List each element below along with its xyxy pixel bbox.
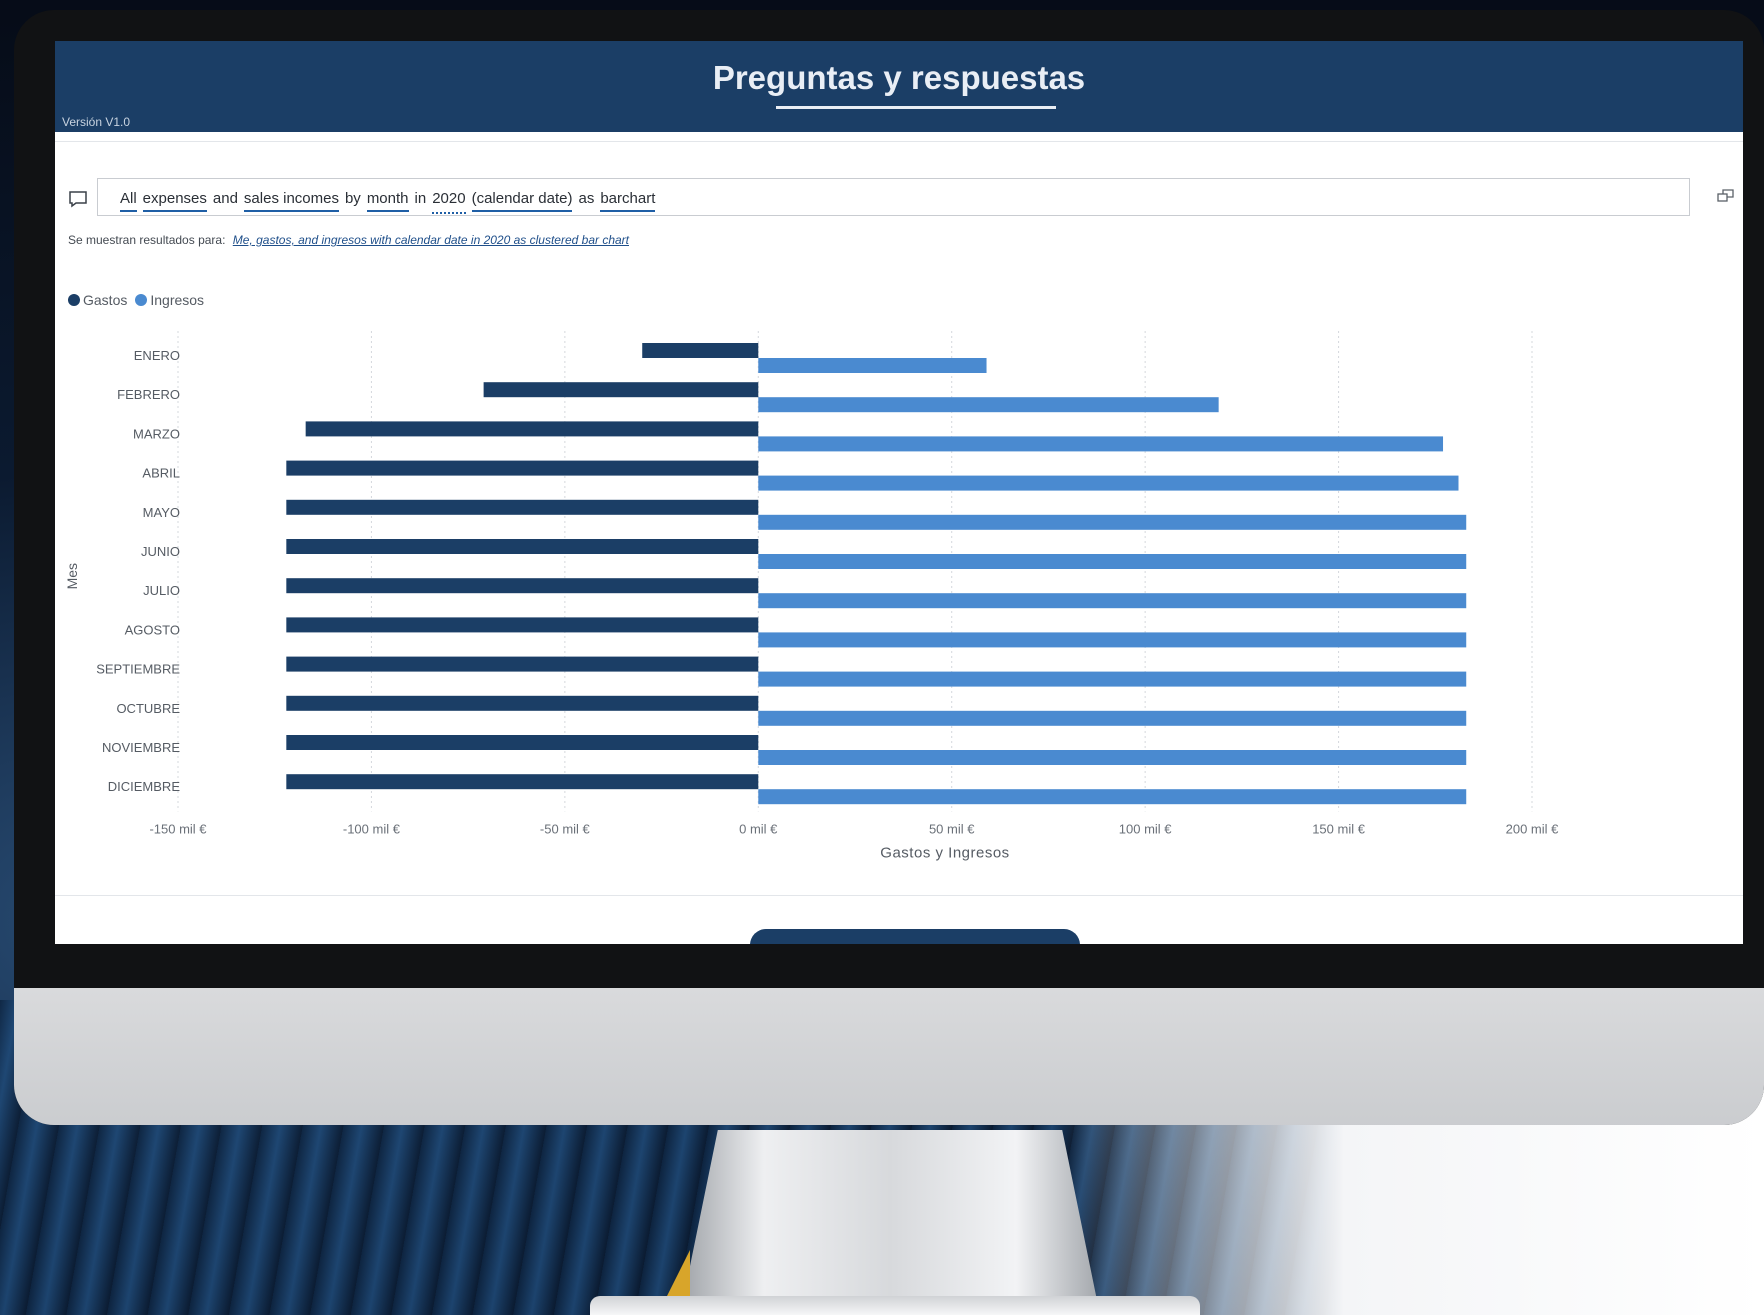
bar-ingresos bbox=[758, 593, 1467, 609]
chat-bubble-icon bbox=[69, 191, 87, 208]
x-tick-label: 150 mil € bbox=[1312, 821, 1366, 836]
x-tick-label: -50 mil € bbox=[540, 821, 591, 836]
bar-ingresos bbox=[758, 671, 1467, 687]
query-word: as bbox=[578, 190, 595, 207]
bottom-divider bbox=[55, 895, 1743, 896]
x-tick-label: 200 mil € bbox=[1506, 821, 1560, 836]
bar-gastos bbox=[483, 382, 759, 398]
x-tick-label: 50 mil € bbox=[929, 821, 975, 836]
results-prefix: Se muestran resultados para: bbox=[68, 233, 226, 247]
monitor-chin bbox=[14, 988, 1764, 1125]
bar-gastos bbox=[286, 735, 759, 750]
query-word: All bbox=[120, 190, 137, 212]
bar-gastos bbox=[286, 499, 759, 515]
results-link[interactable]: Me, gastos, and ingresos with calendar d… bbox=[233, 233, 629, 247]
bar-gastos bbox=[642, 343, 759, 358]
bar-ingresos bbox=[758, 632, 1467, 648]
legend-dot bbox=[68, 294, 80, 306]
y-tick-label: MARZO bbox=[133, 426, 180, 441]
legend-item: Gastos bbox=[68, 292, 127, 308]
bar-gastos bbox=[286, 774, 759, 790]
bar-ingresos bbox=[758, 514, 1467, 530]
qa-query-input[interactable]: All expenses and sales incomes by month in 2020… bbox=[97, 178, 1690, 216]
bar-ingresos bbox=[758, 397, 1219, 413]
bar-gastos bbox=[305, 421, 759, 437]
y-tick-label: SEPTIEMBRE bbox=[96, 662, 180, 677]
query-word: month bbox=[366, 190, 409, 212]
report-screen: Preguntas y respuestas Versión V1.0 All e… bbox=[55, 41, 1743, 944]
x-axis-title: Gastos y Ingresos bbox=[880, 844, 1009, 861]
query-word: barchart bbox=[600, 190, 656, 212]
report-header: Preguntas y respuestas Versión V1.0 bbox=[55, 41, 1743, 132]
chart-legend: Gastos Ingresos bbox=[68, 292, 212, 308]
bar-gastos bbox=[286, 695, 759, 711]
legend-label: Ingresos bbox=[150, 292, 205, 308]
title-underline bbox=[776, 106, 1056, 109]
legend-label: Gastos bbox=[83, 292, 128, 308]
results-note: Se muestran resultados para: Me, gastos,… bbox=[68, 233, 629, 247]
query-word: (calendar date) bbox=[471, 190, 573, 212]
query-word: 2020 bbox=[432, 190, 466, 214]
y-tick-label: AGOSTO bbox=[125, 622, 180, 637]
x-tick-label: 0 mil € bbox=[739, 821, 778, 836]
bottom-button[interactable] bbox=[750, 929, 1080, 944]
page-title: Preguntas y respuestas bbox=[712, 59, 1086, 96]
y-tick-label: ENERO bbox=[134, 348, 180, 363]
version-label: Versión V1.0 bbox=[62, 115, 131, 129]
x-tick-label: -150 mil € bbox=[149, 821, 207, 836]
y-tick-label: JULIO bbox=[143, 583, 180, 598]
bar-ingresos bbox=[758, 436, 1444, 452]
bar-gastos bbox=[286, 617, 759, 633]
monitor-stand-base bbox=[590, 1296, 1200, 1315]
y-axis-title: Mes bbox=[64, 563, 80, 589]
bar-ingresos bbox=[758, 554, 1467, 569]
bar-gastos bbox=[286, 656, 759, 672]
bar-ingresos bbox=[758, 475, 1459, 491]
monitor-stand bbox=[680, 1130, 1100, 1315]
divider bbox=[55, 141, 1743, 142]
bar-ingresos bbox=[758, 789, 1467, 805]
bar-ingresos bbox=[758, 358, 987, 373]
y-tick-label: OCTUBRE bbox=[116, 701, 180, 716]
y-tick-label: NOVIEMBRE bbox=[102, 740, 180, 755]
y-tick-label: DICIEMBRE bbox=[108, 779, 181, 794]
x-tick-label: 100 mil € bbox=[1119, 821, 1173, 836]
query-word: expenses bbox=[142, 190, 208, 212]
bar-gastos bbox=[286, 460, 759, 476]
share-icon[interactable] bbox=[1717, 188, 1735, 204]
y-tick-label: JUNIO bbox=[141, 544, 180, 559]
bar-gastos bbox=[286, 539, 759, 554]
legend-item: Ingresos bbox=[135, 292, 204, 308]
y-tick-label: ABRIL bbox=[142, 466, 180, 481]
query-word: sales incomes bbox=[243, 190, 340, 212]
query-word: and bbox=[212, 190, 238, 207]
bar-ingresos bbox=[758, 750, 1467, 765]
y-tick-label: FEBRERO bbox=[117, 387, 180, 402]
query-word: in bbox=[414, 190, 427, 207]
y-tick-label: MAYO bbox=[143, 505, 180, 520]
legend-dot bbox=[135, 294, 148, 306]
bar-gastos bbox=[286, 578, 759, 594]
query-word: by bbox=[344, 190, 361, 207]
bar-ingresos bbox=[758, 710, 1467, 726]
clustered-bar-chart: -150 mil € -100 mil € -50 mil € 0 mil € 50 m… bbox=[64, 331, 1560, 861]
x-tick-label: -100 mil € bbox=[343, 821, 401, 836]
